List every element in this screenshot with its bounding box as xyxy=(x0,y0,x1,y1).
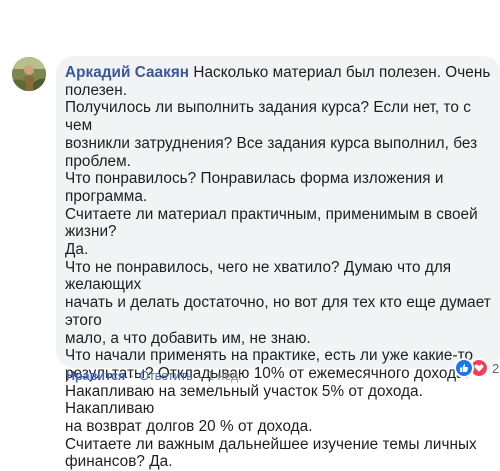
comment-paragraph: Считаете ли материал практичным, примени… xyxy=(65,205,478,259)
comment-paragraph: Накапливаю на земельный участок 5% от до… xyxy=(65,382,423,436)
reactions-summary[interactable]: 2 xyxy=(454,358,499,378)
avatar-image xyxy=(12,57,46,91)
avatar[interactable] xyxy=(12,57,46,91)
like-button[interactable]: Нравится xyxy=(66,369,125,383)
comment-paragraph: Получилось ли выполнить задания курса? Е… xyxy=(65,99,478,170)
separator-dot: · xyxy=(197,369,202,383)
comment-paragraph: Что не понравилось, чего не хватило? Дум… xyxy=(65,258,491,347)
comment-paragraph: Считаете ли важным дальнейшее изучение т… xyxy=(65,435,477,471)
separator-dot: · xyxy=(130,369,135,383)
comment-actions: Нравится · Ответить · 1 нед. xyxy=(66,369,242,383)
comment-timestamp[interactable]: 1 нед. xyxy=(207,369,242,383)
comment-bubble: Аркадий Саакян Насколько материал был по… xyxy=(56,56,500,470)
like-icon xyxy=(454,358,474,378)
reaction-count: 2 xyxy=(492,360,500,376)
comment-paragraph: Что понравилось? Понравилась форма излож… xyxy=(65,170,444,205)
reply-button[interactable]: Ответить xyxy=(139,369,192,383)
comment-author[interactable]: Аркадий Саакян xyxy=(65,64,189,81)
comment-body: Аркадий Саакян Насколько материал был по… xyxy=(65,64,493,471)
